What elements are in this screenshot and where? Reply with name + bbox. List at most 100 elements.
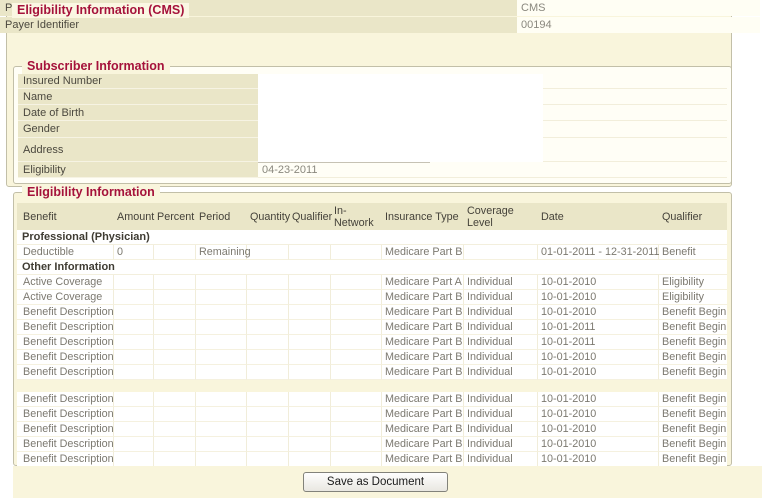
cell — [114, 350, 154, 365]
cell — [289, 290, 331, 305]
table-row: Benefit Description Medicare Part BIndivi… — [17, 320, 727, 335]
cell — [154, 335, 196, 350]
cell — [331, 320, 382, 335]
eligibility-table: BenefitAmountPercentPeriodQuantityQualif… — [17, 203, 727, 467]
field-value: 04-23-2011 — [258, 162, 727, 178]
cell — [247, 335, 289, 350]
cell: Benefit Begin — [659, 365, 727, 380]
eligibility-table-header: BenefitAmountPercentPeriodQuantityQualif… — [17, 203, 727, 230]
cell — [154, 422, 196, 437]
cell: 10-01-2010 — [538, 422, 659, 437]
header-cell: Coverage Level — [464, 203, 538, 230]
header-cell: Insurance Type — [382, 203, 464, 230]
table-row: Benefit DescriptionMedicare Part BIndivi… — [17, 422, 727, 437]
cell: Remaining — [196, 245, 247, 260]
cell: Deductible — [17, 245, 114, 260]
cell — [154, 320, 196, 335]
cell — [247, 305, 289, 320]
cell: Medicare Part B — [382, 245, 464, 260]
cell: Benefit Begin — [659, 452, 727, 467]
cell — [154, 452, 196, 467]
payer-field-row: Payer Identifier00194 — [0, 17, 760, 33]
cell: Benefit Begin — [659, 392, 727, 407]
field-value: 00194 — [517, 17, 760, 33]
cell: Medicare Part A — [382, 275, 464, 290]
cell — [196, 320, 247, 335]
section-cms-title: Eligibility Information (CMS) — [12, 3, 189, 18]
cell — [331, 452, 382, 467]
field-label: Eligibility — [18, 162, 258, 178]
cell: Benefit Begin — [659, 422, 727, 437]
cell — [331, 392, 382, 407]
cell — [154, 407, 196, 422]
cell: Individual — [464, 320, 538, 335]
cell — [247, 452, 289, 467]
header-cell: Date — [538, 203, 659, 230]
cell — [114, 335, 154, 350]
cell: Benefit — [659, 245, 727, 260]
cell: Medicare Part B — [382, 437, 464, 452]
cell — [154, 290, 196, 305]
cell: Eligibility — [659, 290, 727, 305]
field-label: Address — [18, 138, 258, 162]
cell — [154, 350, 196, 365]
cell — [331, 305, 382, 320]
cell: Benefit Description — [17, 350, 114, 365]
cell — [247, 290, 289, 305]
cell: Benefit Description — [17, 365, 114, 380]
cell: 10-01-2010 — [538, 290, 659, 305]
cell — [247, 437, 289, 452]
cell — [331, 422, 382, 437]
table-row: Active Coverage Medicare Part BIndividual… — [17, 290, 727, 305]
cell: Medicare Part B — [382, 392, 464, 407]
eligibility-table-body: Professional (Physician)Deductible0Remai… — [17, 230, 727, 467]
cell — [196, 407, 247, 422]
header-cell: Quantity — [247, 203, 289, 230]
table-row: Benefit DescriptionMedicare Part BIndivi… — [17, 335, 727, 350]
field-label: Insured Number — [18, 74, 258, 89]
cell — [331, 290, 382, 305]
cell: Active Coverage — [17, 290, 114, 305]
section-eligibility-title: Eligibility Information — [22, 185, 160, 200]
cell: Medicare Part B — [382, 335, 464, 350]
cell — [289, 350, 331, 365]
header-cell: Benefit — [17, 203, 114, 230]
cell — [196, 335, 247, 350]
cell: Active Coverage — [17, 275, 114, 290]
header-cell: In-Network — [331, 203, 382, 230]
cell: Medicare Part B — [382, 320, 464, 335]
cell: Individual — [464, 350, 538, 365]
cell: Benefit Description — [17, 407, 114, 422]
table-row: Deductible0RemainingMedicare Part B01-01… — [17, 245, 727, 260]
redaction-box-edge — [258, 162, 430, 163]
cell — [196, 275, 247, 290]
cell — [331, 245, 382, 260]
field-label: Date of Birth — [18, 105, 258, 121]
save-as-document-button[interactable]: Save as Document — [303, 472, 448, 492]
field-label: Payer Identifier — [0, 17, 517, 33]
table-row: Benefit DescriptionMedicare Part BIndivi… — [17, 437, 727, 452]
cell — [331, 365, 382, 380]
cell: Benefit Description — [17, 320, 114, 335]
cell: 10-01-2010 — [538, 407, 659, 422]
field-value: CMS — [517, 0, 760, 16]
cell: Individual — [464, 437, 538, 452]
cell: Individual — [464, 392, 538, 407]
header-cell: Percent — [154, 203, 196, 230]
cell — [114, 365, 154, 380]
cell — [331, 350, 382, 365]
cell — [289, 245, 331, 260]
cell: 10-01-2010 — [538, 392, 659, 407]
cell: 10-01-2010 — [538, 452, 659, 467]
cell: Medicare Part B — [382, 290, 464, 305]
cell: Medicare Part B — [382, 350, 464, 365]
cell — [196, 452, 247, 467]
cell — [154, 437, 196, 452]
redaction-box — [258, 74, 543, 162]
cell — [114, 290, 154, 305]
cell: Individual — [464, 290, 538, 305]
table-row: Active CoverageMedicare Part AIndividual… — [17, 275, 727, 290]
cell — [154, 245, 196, 260]
cell: 10-01-2010 — [538, 365, 659, 380]
cell — [114, 422, 154, 437]
